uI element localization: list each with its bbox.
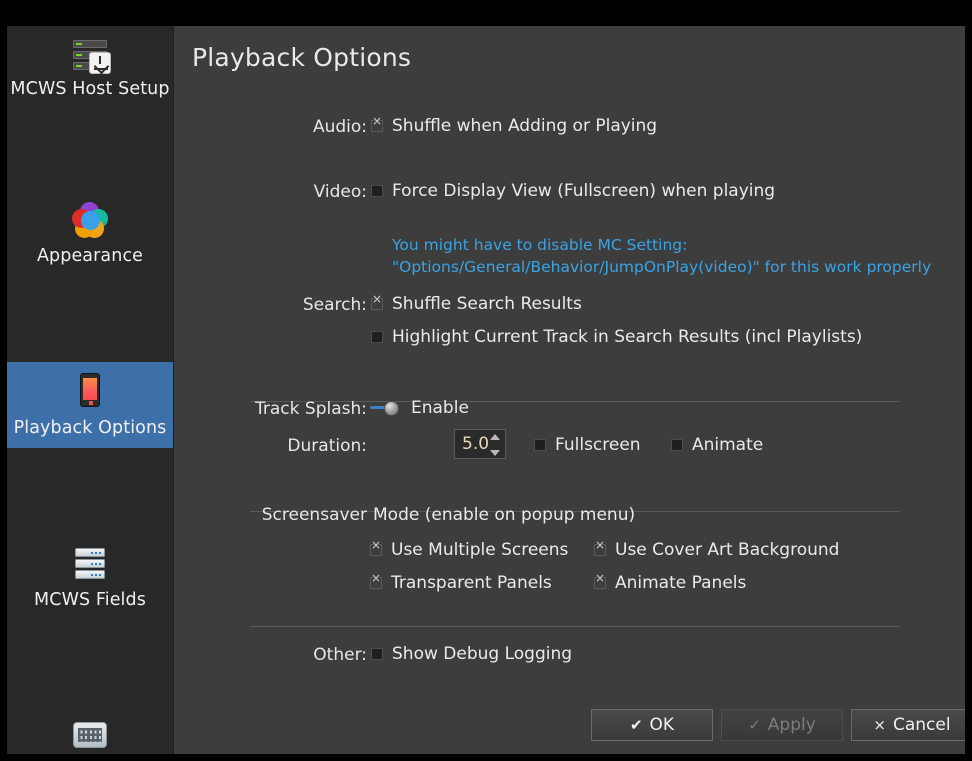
server-download-icon (68, 34, 112, 75)
shuffle-search-results-row[interactable]: Shuffle Search Results (371, 293, 582, 314)
use-multiple-screens-checkbox[interactable] (370, 539, 382, 556)
sidebar-item-appearance[interactable]: Appearance (7, 190, 173, 276)
duration-spinner[interactable]: 5.0 (454, 429, 506, 459)
sidebar-item-label: Playback Options (13, 418, 167, 438)
use-cover-art-background-label: Use Cover Art Background (615, 540, 840, 560)
main-panel: Playback Options Audio: Shuffle when Add… (180, 26, 965, 754)
sidebar: MCWS Host Setup Appearance Playback Opti… (7, 26, 173, 754)
shuffle-when-adding-row[interactable]: Shuffle when Adding or Playing (371, 115, 658, 136)
server-rack-icon (68, 542, 112, 586)
options-dialog: MCWS Host Setup Appearance Playback Opti… (7, 26, 965, 754)
ok-button-label: OK (649, 715, 675, 735)
highlight-current-track-row[interactable]: Highlight Current Track in Search Result… (371, 327, 862, 347)
highlight-current-track-checkbox[interactable] (371, 331, 383, 343)
animate-panels-row[interactable]: Animate Panels (594, 572, 747, 593)
animate-panels-checkbox[interactable] (594, 572, 606, 589)
track-splash-enable-toggle[interactable] (370, 400, 400, 416)
apply-button[interactable]: ✓ Apply (721, 709, 843, 741)
transparent-panels-row[interactable]: Transparent Panels (370, 572, 552, 593)
close-icon: × (873, 716, 886, 734)
track-splash-fullscreen-checkbox[interactable] (534, 439, 546, 451)
screensaver-mode-text: Mode (enable on popup menu) (373, 505, 636, 525)
track-splash-fullscreen-label: Fullscreen (555, 435, 641, 455)
duration-value[interactable]: 5.0 (455, 434, 489, 454)
track-splash-label: Track Splash: (255, 399, 367, 419)
shuffle-when-adding-checkbox[interactable] (371, 115, 383, 132)
use-multiple-screens-label: Use Multiple Screens (391, 540, 569, 560)
force-display-view-label: Force Display View (Fullscreen) when pla… (392, 181, 776, 201)
track-splash-fullscreen-row[interactable]: Fullscreen (534, 435, 641, 455)
keyboard-icon (68, 714, 112, 754)
other-label: Other: (313, 645, 367, 665)
track-splash-enable-label: Enable (411, 398, 469, 418)
force-display-view-checkbox[interactable] (371, 185, 383, 197)
video-hint-line2: "Options/General/Behavior/JumpOnPlay(vid… (392, 258, 932, 276)
track-splash-animate-label: Animate (692, 435, 764, 455)
sidebar-divider (173, 26, 174, 754)
sidebar-item-label: MCWS Fields (34, 590, 146, 610)
search-label: Search: (302, 295, 367, 315)
spinner-arrows[interactable] (490, 433, 501, 457)
ok-button[interactable]: ✔ OK (591, 709, 713, 741)
track-splash-animate-row[interactable]: Animate (671, 435, 763, 455)
animate-panels-label: Animate Panels (615, 573, 747, 593)
show-debug-logging-checkbox[interactable] (371, 648, 383, 660)
divider-3 (250, 626, 900, 627)
toggle-knob (384, 401, 399, 416)
spinner-up-icon[interactable] (490, 434, 500, 440)
sidebar-item-keyboard-shortcuts[interactable]: Keyboard Shortcuts (7, 706, 173, 754)
shuffle-when-adding-label: Shuffle when Adding or Playing (392, 116, 658, 136)
track-splash-animate-checkbox[interactable] (671, 439, 683, 451)
shuffle-search-results-label: Shuffle Search Results (392, 294, 582, 314)
show-debug-logging-row[interactable]: Show Debug Logging (371, 644, 572, 664)
screensaver-label: Screensaver (261, 505, 367, 525)
track-splash-enable-row[interactable]: Enable (370, 398, 469, 418)
sidebar-item-mcws-host-setup[interactable]: MCWS Host Setup (7, 26, 173, 108)
video-label: Video: (313, 182, 367, 202)
use-cover-art-background-checkbox[interactable] (594, 539, 606, 556)
use-cover-art-background-row[interactable]: Use Cover Art Background (594, 539, 840, 560)
sidebar-item-label: Appearance (36, 246, 144, 266)
transparent-panels-checkbox[interactable] (370, 572, 382, 589)
color-flower-icon (68, 198, 112, 242)
spinner-down-icon[interactable] (490, 450, 500, 456)
use-multiple-screens-row[interactable]: Use Multiple Screens (370, 539, 569, 560)
duration-label: Duration: (287, 436, 367, 456)
video-hint-line1: You might have to disable MC Setting: (392, 236, 688, 254)
shuffle-search-results-checkbox[interactable] (371, 293, 383, 310)
phone-icon (68, 370, 112, 414)
sidebar-item-label: MCWS Host Setup (10, 79, 170, 99)
sidebar-item-playback-options[interactable]: Playback Options (7, 362, 173, 448)
show-debug-logging-label: Show Debug Logging (392, 644, 573, 664)
cancel-button[interactable]: × Cancel (851, 709, 965, 741)
check-icon: ✔ (629, 716, 643, 734)
audio-label: Audio: (312, 117, 367, 137)
apply-button-label: Apply (767, 715, 816, 735)
check-icon: ✓ (748, 716, 761, 734)
cancel-button-label: Cancel (892, 715, 951, 735)
page-title: Playback Options (192, 43, 412, 72)
sidebar-item-mcws-fields[interactable]: MCWS Fields (7, 534, 173, 620)
transparent-panels-label: Transparent Panels (391, 573, 552, 593)
force-display-view-row[interactable]: Force Display View (Fullscreen) when pla… (371, 181, 775, 201)
highlight-current-track-label: Highlight Current Track in Search Result… (392, 327, 863, 347)
